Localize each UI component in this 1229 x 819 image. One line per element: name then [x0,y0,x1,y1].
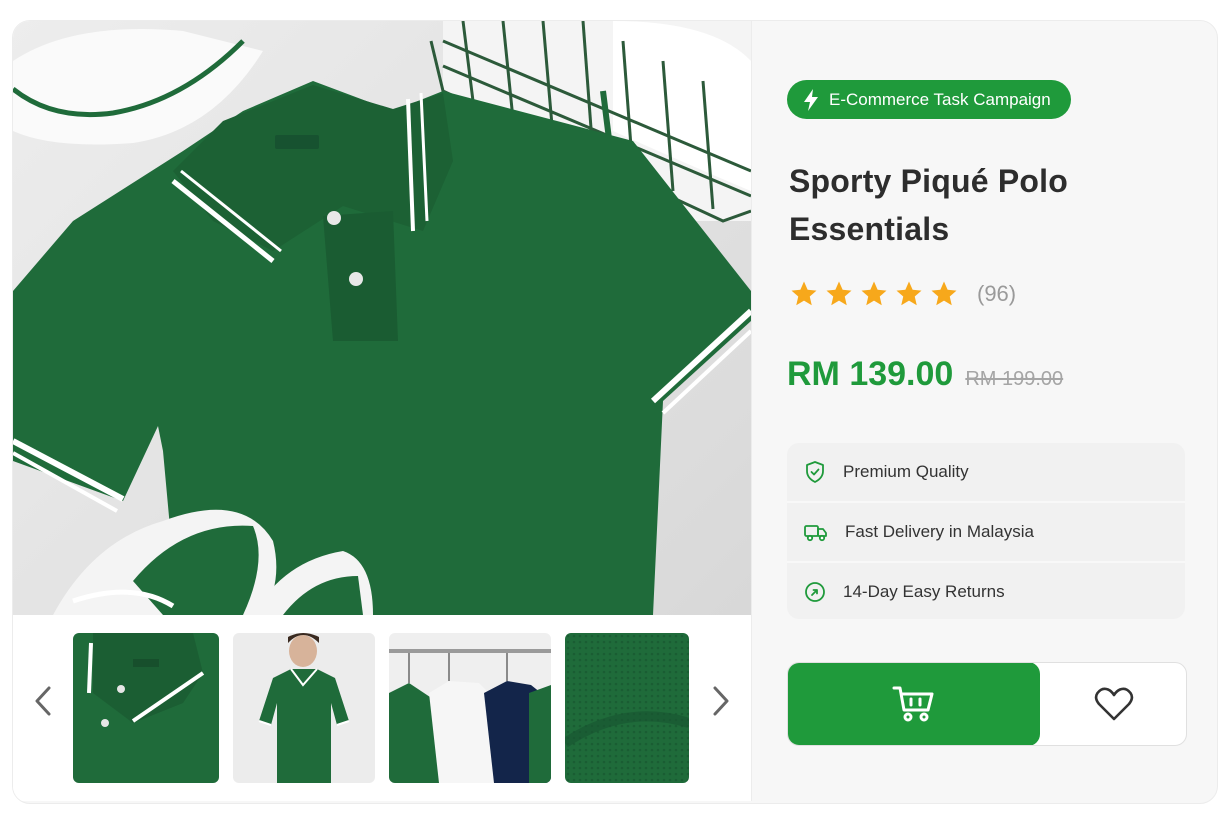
campaign-badge[interactable]: E-Commerce Task Campaign [787,80,1071,119]
previous-image-button[interactable] [25,681,61,721]
feature-item-quality: Premium Quality [787,443,1185,503]
thumbnail-strip [13,615,751,801]
wishlist-button[interactable] [1041,663,1186,745]
original-price: RM 199.00 [965,368,1064,390]
product-gallery [13,21,752,801]
star-icon [896,281,922,306]
add-to-cart-button[interactable] [788,663,1040,745]
lightning-icon [804,88,818,111]
thumbnail-collar[interactable] [73,633,219,783]
product-details: E-Commerce Task Campaign Sporty Piqué Po… [751,21,1217,801]
product-title: Sporty Piqué Polo Essentials [789,163,1068,247]
main-product-image[interactable] [13,21,751,615]
star-icon [791,281,817,306]
cart-icon [892,686,933,722]
chevron-right-icon [713,686,729,716]
feature-item-delivery: Fast Delivery in Malaysia [787,503,1185,563]
price-row: RM 139.00 RM 199.00 [787,355,1063,394]
shield-check-icon [806,461,824,483]
product-card: E-Commerce Task Campaign Sporty Piqué Po… [12,20,1218,804]
product-rating[interactable]: (96) [789,279,1016,309]
thumbnail-fabric[interactable] [565,633,689,783]
purchase-actions [787,662,1187,746]
rating-stars [789,279,959,309]
feature-label: Fast Delivery in Malaysia [845,522,1034,541]
current-price: RM 139.00 [787,355,954,393]
feature-list: Premium Quality Fast Delivery in Malaysi… [787,443,1185,619]
feature-label: 14-Day Easy Returns [843,582,1005,601]
feature-label: Premium Quality [843,462,969,481]
thumbnail-model[interactable] [233,633,375,783]
feature-item-returns: 14-Day Easy Returns [787,563,1185,619]
star-icon [826,281,852,306]
heart-icon [1094,687,1133,721]
truck-icon [804,525,827,542]
review-count[interactable]: (96) [977,281,1016,307]
return-icon [805,582,825,602]
campaign-badge-label: E-Commerce Task Campaign [829,89,1051,109]
star-icon [861,281,887,306]
star-icon [931,281,957,306]
thumbnail-rack[interactable] [389,633,551,783]
next-image-button[interactable] [703,681,739,721]
chevron-left-icon [35,686,51,716]
